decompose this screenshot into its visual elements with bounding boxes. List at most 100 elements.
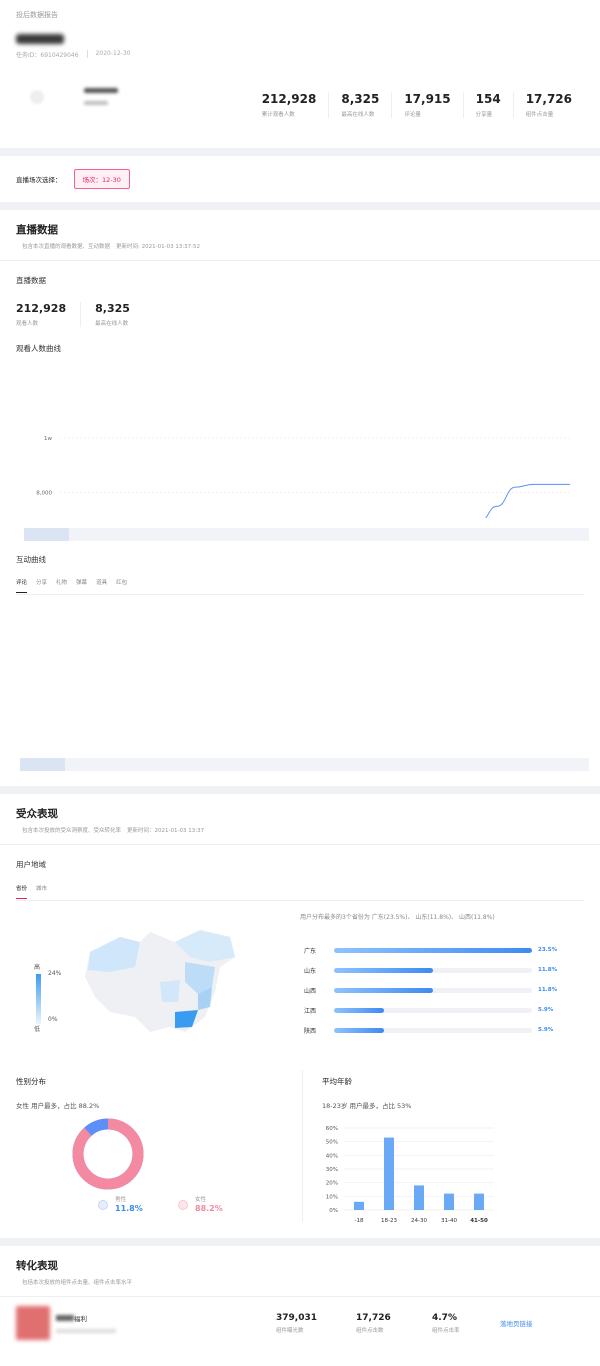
report-header: 投后数据报告 任务ID：6910429046 2020-12-30 212,92… (0, 0, 600, 148)
y-tick-label: 8,000 (36, 491, 52, 497)
province-pct: 23.5% (538, 947, 557, 953)
province-bar-track (334, 1008, 532, 1013)
province-bar-fill (334, 948, 532, 953)
scroll-thumb[interactable] (24, 528, 69, 541)
section-title: 直播数据 (16, 222, 584, 237)
stat-component-clicks: 17,726组件点击量 (513, 92, 584, 118)
divider (87, 50, 88, 58)
live-kpis: 212,928观看人数 8,325最高在线人数 (0, 302, 600, 327)
landing-page-link[interactable]: 落地页链接 (500, 1318, 533, 1328)
viewer-chart-scrollbar[interactable] (24, 528, 589, 541)
task-id-label: 任务ID： (16, 52, 40, 59)
audience-section: 受众表现 包含本次投放的受众洞察度、受众转化率更新时间：2021-01-03 1… (0, 794, 600, 1238)
interact-curve-title: 互动曲线 (0, 554, 62, 565)
province-pct: 11.8% (538, 987, 557, 993)
tab-city[interactable]: 城市 (36, 884, 56, 899)
china-map (80, 922, 250, 1042)
top-province-note: 用户分布最多的3个省份为 广东(23.5%)、 山东(11.8%)、 山西(11… (300, 912, 495, 921)
divider (0, 260, 600, 261)
stat-comments: 17,915评论量 (391, 92, 462, 118)
province-bar-fill (334, 1008, 384, 1013)
gender-donut (70, 1116, 146, 1192)
section-title: 受众表现 (16, 806, 584, 821)
age-bar (444, 1194, 454, 1210)
item-name: 福利 (74, 1315, 87, 1323)
province-bar-track (334, 1028, 532, 1033)
province-pct: 5.9% (538, 1007, 553, 1013)
conversion-section: 转化表现 包括本次投放的组件点击量、组件点击率水平 福利 379,031组件曝光… (0, 1246, 600, 1366)
x-tick-label: 31-40 (441, 1218, 457, 1224)
age-bar (474, 1194, 484, 1210)
scroll-thumb[interactable] (20, 758, 65, 771)
region-title: 用户地域 (0, 859, 600, 870)
session-selector: 直播场次选择： 场次：12-30 (0, 156, 600, 202)
breadcrumb: 投后数据报告 (16, 10, 584, 20)
province-bars: 广东 23.5% 山东11.8% 山西 11.8% 江西 5.9% 陕西5.9% (304, 940, 557, 1040)
item-thumbnail (16, 1306, 50, 1340)
tab-comments[interactable]: 评论 (16, 578, 27, 593)
stat-peak-online: 8,325最高在线人数 (328, 92, 391, 118)
live-sub-title: 直播数据 (0, 275, 600, 286)
y-tick-label: 10% (326, 1194, 338, 1200)
province-bar-row: 山东11.8% (304, 960, 557, 980)
male-icon (98, 1200, 108, 1210)
province-bar-row: 陕西5.9% (304, 1020, 557, 1040)
female-arc (78, 1124, 138, 1184)
y-tick-label: 40% (326, 1153, 338, 1159)
divider (0, 844, 600, 845)
province-bar-track (334, 948, 532, 953)
x-tick-label: 41-50 (470, 1218, 488, 1224)
male-pct: 11.8% (115, 1204, 143, 1213)
province-name: 江西 (304, 1006, 334, 1015)
province-bar-track (334, 968, 532, 973)
province-name: 陕西 (304, 1026, 334, 1035)
province-name: 山西 (304, 986, 334, 995)
legend-low: 低 (34, 1024, 40, 1033)
tab-gifts[interactable]: 礼物 (56, 578, 76, 593)
task-id: 6910429046 (40, 52, 78, 59)
avatar (30, 90, 44, 104)
tab-province[interactable]: 省份 (16, 884, 27, 899)
session-select-label: 直播场次选择： (16, 174, 62, 184)
kpi-peak-online: 8,325最高在线人数 (95, 302, 144, 327)
province-bar-fill (334, 988, 433, 993)
kpi-viewers: 212,928观看人数 (16, 302, 81, 327)
tab-props[interactable]: 道具 (96, 578, 116, 593)
tab-red-packets[interactable]: 红包 (116, 578, 136, 593)
age-bar (414, 1185, 424, 1210)
female-label: 女性 (195, 1195, 206, 1203)
age-note: 18-23岁 用户最多，占比 53% (322, 1100, 411, 1110)
conv-stat-ctr: 4.7%组件点击率 (432, 1313, 500, 1334)
interact-chart-scrollbar[interactable] (20, 758, 589, 771)
province-bar-row: 广东 23.5% (304, 940, 557, 960)
male-label: 男性 (115, 1195, 126, 1203)
province-bar-track (334, 988, 532, 993)
female-pct: 88.2% (195, 1204, 223, 1213)
session-pill[interactable]: 场次：12-30 (74, 169, 130, 189)
province-bar-fill (334, 1028, 384, 1033)
x-tick-label: 24-30 (411, 1218, 427, 1224)
tab-danmaku[interactable]: 弹幕 (76, 578, 96, 593)
live-data-section: 直播数据 包含本次直播的观看数据、互动数据更新时间: 2021-01-03 13… (0, 210, 600, 786)
interact-tabs: 评论 分享 礼物 弹幕 道具 红包 (0, 578, 152, 593)
age-bar (384, 1138, 394, 1210)
interaction-line-chart: 02040608010012-30 22:1212-30 22:1412-30 … (0, 608, 600, 752)
summary-stats: 212,928累计观看人数 8,325最高在线人数 17,915评论量 154分… (250, 92, 584, 118)
section-title: 转化表现 (16, 1258, 584, 1273)
age-title: 平均年龄 (322, 1076, 352, 1087)
legend-low-pct: 0% (48, 1016, 58, 1023)
region-tabs: 省份 城市 (0, 884, 600, 899)
age-bar (354, 1202, 364, 1210)
viewer-curve-title: 观看人数曲线 (0, 343, 600, 354)
viewer-line-chart: 02,0004,0006,0008,0001w12-30 22:1212-30 … (0, 368, 600, 518)
province-name: 广东 (304, 946, 334, 955)
y-tick-label: 20% (326, 1181, 338, 1187)
anchor-name-blurred (84, 88, 118, 105)
province-bar-row: 江西 5.9% (304, 1000, 557, 1020)
tab-shares[interactable]: 分享 (36, 578, 56, 593)
legend-high: 高 (34, 962, 40, 971)
y-tick-label: 60% (326, 1126, 338, 1132)
province-bar-row: 山西 11.8% (304, 980, 557, 1000)
conv-stat-exposure: 379,031组件曝光数 (276, 1313, 356, 1334)
blurred-task-title (16, 34, 64, 44)
